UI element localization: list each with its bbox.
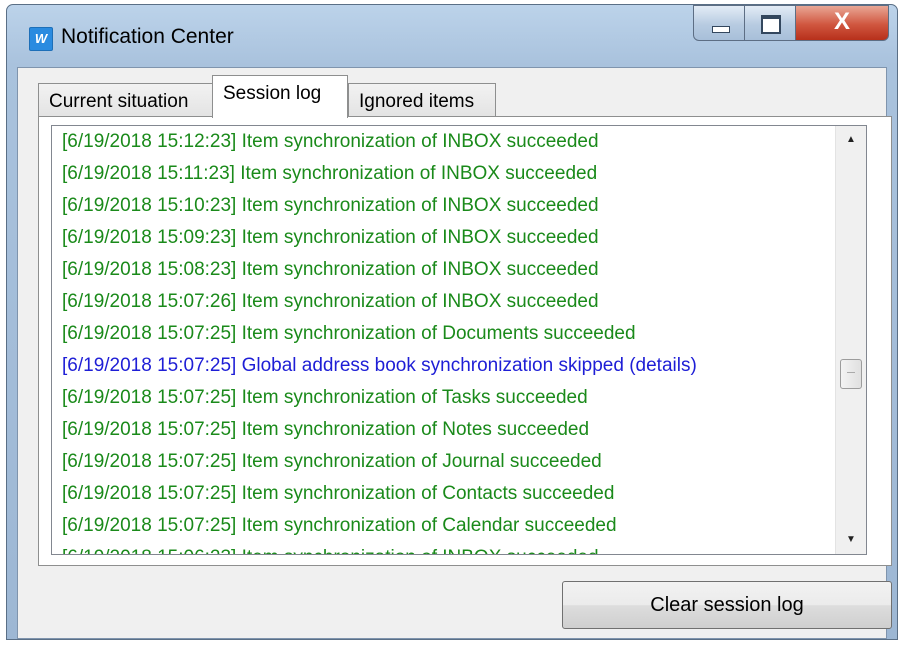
maximize-icon xyxy=(761,15,781,34)
log-entries: [6/19/2018 15:12:23] Item synchronizatio… xyxy=(62,126,832,554)
log-item: [6/19/2018 15:07:25] Item synchronizatio… xyxy=(62,451,602,472)
client-area: Current situation Session log Ignored it… xyxy=(17,67,892,639)
vertical-scrollbar[interactable]: ▲ ▼ xyxy=(835,126,866,554)
thumb-grip xyxy=(847,372,855,374)
log-item: [6/19/2018 15:07:25] Item synchronizatio… xyxy=(62,323,636,344)
log-item: [6/19/2018 15:07:26] Item synchronizatio… xyxy=(62,291,599,312)
notification-center-window: W Notification Center X Current situatio… xyxy=(6,4,898,640)
app-icon: W xyxy=(29,27,53,51)
tab-ignored-items[interactable]: Ignored items xyxy=(348,83,496,117)
scroll-down-arrow-icon[interactable]: ▼ xyxy=(836,526,866,554)
log-item: [6/19/2018 15:07:25] Item synchronizatio… xyxy=(62,515,617,536)
title-bar[interactable]: W Notification Center X xyxy=(7,5,897,67)
session-log-panel: [6/19/2018 15:12:23] Item synchronizatio… xyxy=(38,116,892,566)
log-item: [6/19/2018 15:07:25] Item synchronizatio… xyxy=(62,419,590,440)
log-item: [6/19/2018 15:10:23] Item synchronizatio… xyxy=(62,195,599,216)
log-item: [6/19/2018 15:08:23] Item synchronizatio… xyxy=(62,259,599,280)
log-item: [6/19/2018 15:09:23] Item synchronizatio… xyxy=(62,227,599,248)
tab-session-log[interactable]: Session log xyxy=(212,75,348,118)
scroll-up-arrow-icon[interactable]: ▲ xyxy=(836,126,866,154)
minimize-icon xyxy=(712,26,730,33)
maximize-button[interactable] xyxy=(744,5,796,41)
log-item: [6/19/2018 15:07:25] Item synchronizatio… xyxy=(62,483,615,504)
close-icon: X xyxy=(833,8,850,35)
clear-session-log-button[interactable]: Clear session log xyxy=(562,581,892,629)
log-item-link[interactable]: [6/19/2018 15:07:25] Global address book… xyxy=(62,350,832,382)
log-item: [6/19/2018 15:06:23] Item synchronizatio… xyxy=(62,542,832,554)
minimize-button[interactable] xyxy=(693,5,745,41)
tab-current-situation[interactable]: Current situation xyxy=(38,83,214,117)
scroll-thumb[interactable] xyxy=(840,359,862,390)
close-button[interactable]: X xyxy=(795,5,889,41)
session-log-list[interactable]: [6/19/2018 15:12:23] Item synchronizatio… xyxy=(51,125,867,555)
log-item: [6/19/2018 15:07:25] Item synchronizatio… xyxy=(62,387,588,408)
log-item: [6/19/2018 15:11:23] Item synchronizatio… xyxy=(62,163,598,184)
window-title: Notification Center xyxy=(61,25,234,48)
log-item: [6/19/2018 15:12:23] Item synchronizatio… xyxy=(62,131,599,152)
